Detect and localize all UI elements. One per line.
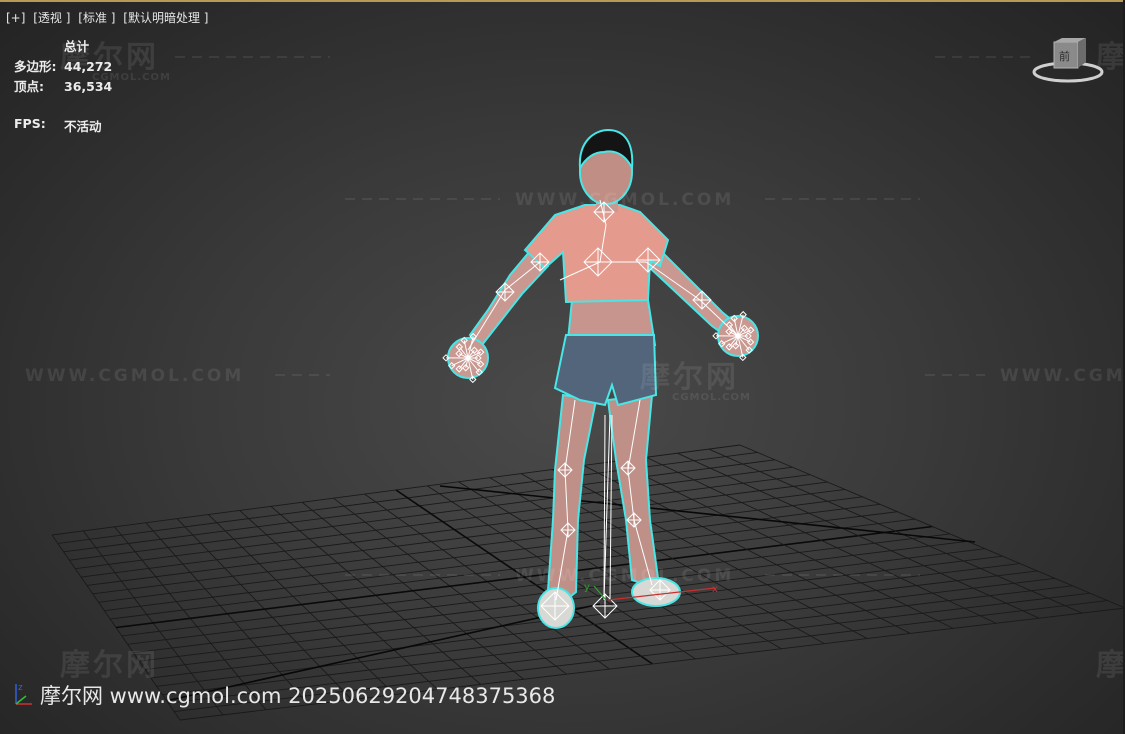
viewcube-icon[interactable]: 前 [1032,38,1112,88]
polygons-value: 44,272 [64,59,113,74]
viewport-plus-menu[interactable]: [+] [6,11,25,25]
crop-top [523,204,670,304]
viewcube-face-label: 前 [1059,49,1070,63]
viewport-view-menu[interactable]: [透视 ] [33,11,70,25]
fps-label: FPS: [14,116,46,131]
polygons-label: 多边形: [14,59,57,74]
watermark-small: CGMOL.COM [672,392,751,403]
watermark-url: WWW.CGMOL.COM [25,366,245,386]
viewport-lighting-menu[interactable]: [默认明暗处理 ] [123,11,208,25]
watermark-url: WWW.CGMOL.COM [515,190,735,210]
watermark-caption: 摩尔网 www.cgmol.com 20250629204748375368 [40,684,556,708]
watermark-url: WWW.CGMOL.COM [515,566,735,586]
perspective-viewport[interactable]: x y 摩尔网 CGMOL.COM WWW.CGMOL.COM WWW.CGMO… [0,0,1125,734]
watermark-logo: 摩尔网 [60,648,159,683]
viewcube[interactable]: 前 [1032,38,1112,88]
watermark-url-short: WWW.CGM [1000,366,1125,386]
vertices-label: 顶点: [14,79,44,94]
viewport-shading-menu[interactable]: [标准 ] [78,11,115,25]
watermark-logo: 摩尔网 [640,360,739,395]
viewport-label-menu: [+] [透视 ] [标准 ] [默认明暗处理 ] [6,9,212,26]
vertices-value: 36,534 [64,79,113,94]
watermark-logo: 摩尔网 [1096,648,1125,683]
right-leg [606,393,660,588]
biped-skeleton[interactable] [442,199,755,621]
axis-tripod-icon: z [15,683,32,705]
svg-text:z: z [18,683,23,693]
fps-value: 不活动 [64,119,102,134]
active-viewport-border [0,0,1125,2]
stats-header: 总计 [64,39,90,54]
